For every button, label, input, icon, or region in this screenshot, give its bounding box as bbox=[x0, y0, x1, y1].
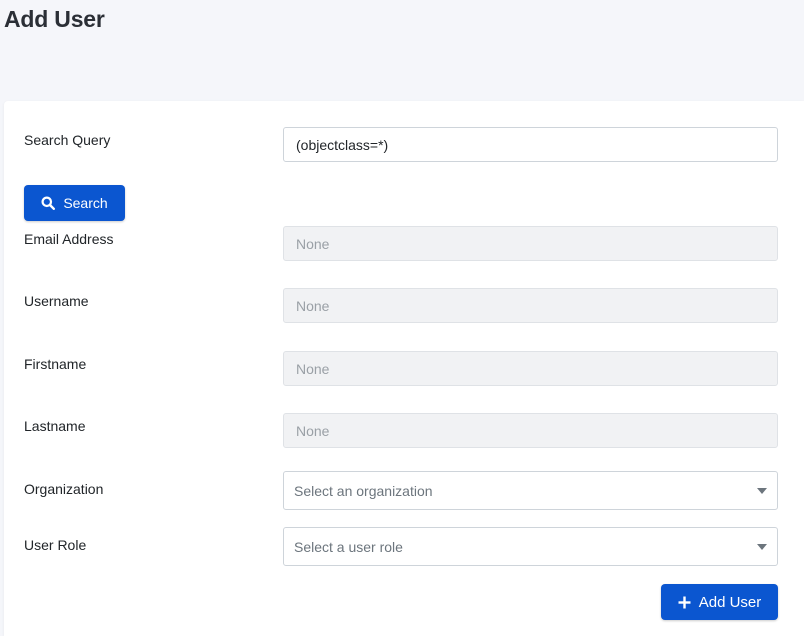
search-query-label: Search Query bbox=[24, 132, 111, 148]
organization-select[interactable]: Select an organization bbox=[283, 471, 778, 510]
username-field: None bbox=[283, 288, 778, 323]
organization-label: Organization bbox=[24, 481, 104, 497]
search-button[interactable]: Search bbox=[24, 185, 125, 221]
add-user-form-card: Search Query (objectclass=*) Search Emai… bbox=[4, 101, 804, 636]
search-query-value: (objectclass=*) bbox=[296, 136, 389, 153]
plus-icon bbox=[678, 596, 691, 608]
email-address-value: None bbox=[296, 235, 330, 252]
user-role-select[interactable]: Select a user role bbox=[283, 527, 778, 566]
username-label: Username bbox=[24, 293, 89, 309]
add-user-button[interactable]: Add User bbox=[661, 584, 778, 620]
lastname-field: None bbox=[283, 413, 778, 448]
organization-placeholder: Select an organization bbox=[294, 482, 433, 499]
chevron-down-icon bbox=[757, 487, 767, 494]
search-icon bbox=[41, 196, 56, 210]
lastname-value: None bbox=[296, 422, 330, 439]
lastname-label: Lastname bbox=[24, 418, 86, 434]
search-button-label: Search bbox=[63, 195, 108, 211]
email-address-label: Email Address bbox=[24, 231, 114, 247]
search-query-input[interactable]: (objectclass=*) bbox=[283, 127, 778, 162]
add-user-button-label: Add User bbox=[698, 593, 762, 611]
page-title: Add User bbox=[4, 6, 105, 32]
username-value: None bbox=[296, 297, 330, 314]
firstname-field: None bbox=[283, 351, 778, 386]
email-address-field: None bbox=[283, 226, 778, 261]
user-role-placeholder: Select a user role bbox=[294, 538, 403, 555]
user-role-label: User Role bbox=[24, 537, 87, 553]
firstname-label: Firstname bbox=[24, 356, 87, 372]
firstname-value: None bbox=[296, 360, 330, 377]
chevron-down-icon bbox=[757, 543, 767, 550]
